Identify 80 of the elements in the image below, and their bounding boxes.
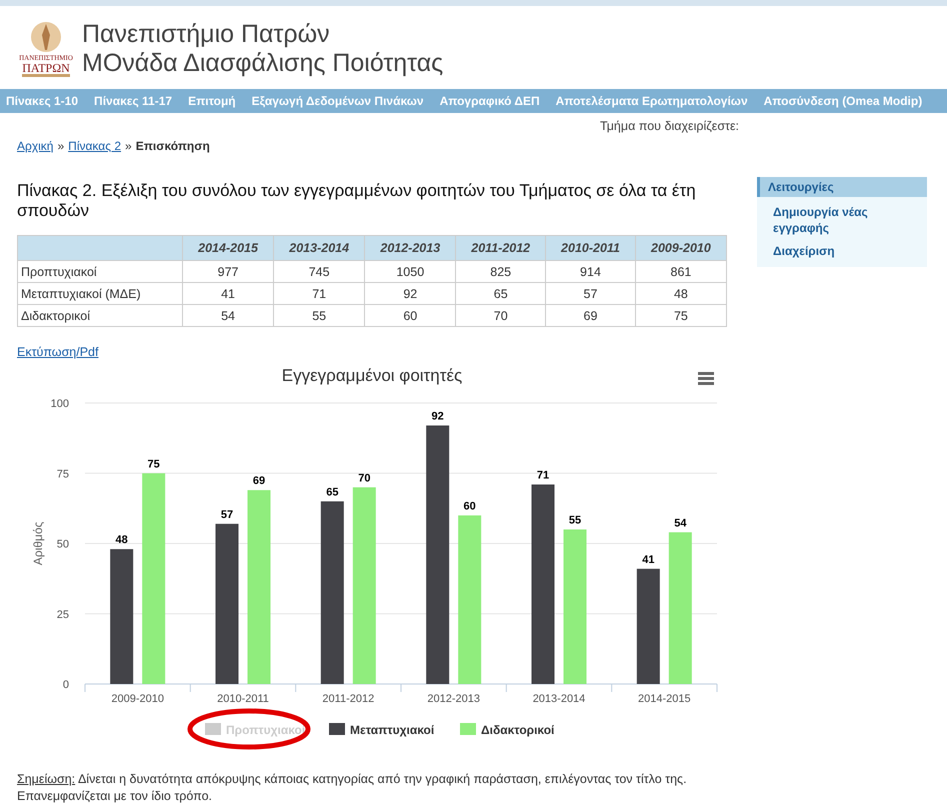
x-tick-label: 2012-2013 <box>427 693 480 705</box>
data-label: 65 <box>326 486 338 498</box>
sidebar-title: Λειτουργίες <box>757 177 927 197</box>
data-label: 41 <box>642 554 654 566</box>
sidebar-link[interactable]: Διαχείριση <box>757 236 927 259</box>
table-cell: 914 <box>546 260 636 282</box>
breadcrumb-current: Επισκόπηση <box>136 139 210 153</box>
y-tick-label: 50 <box>56 538 69 550</box>
site-title: ΜΟνάδα Διασφάλισης Ποιότητας <box>82 48 444 78</box>
nav-link[interactable]: Απογραφικό ΔΕΠ <box>440 94 548 108</box>
y-tick-label: 100 <box>50 398 69 410</box>
table-cell: 92 <box>364 282 456 304</box>
table-cell: 48 <box>635 282 726 304</box>
legend-label: Μεταπτυχιακοί <box>350 723 434 737</box>
column-header: 2009-2010 <box>635 236 726 260</box>
nav-link[interactable]: Αποτελέσματα Ερωτηματολογίων <box>556 94 756 108</box>
breadcrumb-link[interactable]: Πίνακας 2 <box>68 139 122 153</box>
x-tick-label: 2009-2010 <box>111 693 164 705</box>
data-label: 54 <box>674 517 686 530</box>
table-cell: 977 <box>182 260 274 282</box>
chart-title: Εγγεγραμμένοι φοιτητές <box>282 366 462 385</box>
data-label: 57 <box>220 508 234 521</box>
nav-link[interactable]: Πίνακες 1-10 <box>6 94 86 108</box>
column-header: 2012-2013 <box>364 236 456 260</box>
column-header: 2013-2014 <box>274 236 365 260</box>
data-label: 69 <box>252 475 266 488</box>
row-label: Προπτυχιακοί <box>18 260 182 282</box>
print-link[interactable]: Εκτύπωση/Pdf <box>17 345 98 359</box>
nav-link[interactable]: Πίνακες 11-17 <box>94 94 180 108</box>
y-axis-label: Αριθμός <box>31 522 45 566</box>
column-header: 2011-2012 <box>456 236 546 260</box>
column-header: 2014-2015 <box>182 236 274 260</box>
data-label: 75 <box>148 458 160 470</box>
note-text: Σημείωση: Δίνεται η δυνατότητα απόκρυψης κάποιας κατηγορίας από την γραφική παράσταση, επιλέγοντας τον τίτλο της. Επανεμφανίζεται με τον ίδιο τρόπο. <box>17 771 688 805</box>
menu-icon[interactable] <box>698 372 714 385</box>
table-cell: 41 <box>182 282 274 304</box>
table-cell: 75 <box>635 304 726 326</box>
nav-link[interactable]: Αποσύνδεση (Omea Modip) <box>764 94 930 108</box>
nav-link[interactable]: Εξαγωγή Δεδομένων Πινάκων <box>252 94 432 108</box>
breadcrumb-separator: » <box>125 139 132 153</box>
legend-label: Διδακτορικοί <box>481 723 554 737</box>
data-label: 55 <box>568 514 582 526</box>
logo-text: ΠΑΤΡΩΝ <box>22 62 70 77</box>
data-label: 48 <box>116 534 128 546</box>
table-cell: 60 <box>364 304 456 326</box>
table-cell: 861 <box>635 260 726 282</box>
legend-item[interactable]: Μεταπτυχιακοί <box>329 723 434 737</box>
figure-emblem-icon <box>31 20 61 54</box>
table-cell: 70 <box>456 304 546 326</box>
row-label: Διδακτορικοί <box>18 304 182 326</box>
legend-item[interactable]: Διδακτορικοί <box>460 723 554 737</box>
y-tick-label: 75 <box>56 468 69 480</box>
x-tick-label: 2011-2012 <box>322 693 374 705</box>
x-tick-label: 2013-2014 <box>532 693 586 705</box>
table-cell: 69 <box>546 304 636 326</box>
y-tick-label: 0 <box>62 679 69 691</box>
sidebar-link[interactable]: Δημιουργία νέας εγγραφής <box>757 197 927 236</box>
breadcrumb-link[interactable]: Αρχική <box>17 139 54 153</box>
data-label: 92 <box>432 410 444 422</box>
department-label: Τμήμα που διαχειρίζεστε: <box>599 118 740 133</box>
x-tick-label: 2010-2011 <box>217 693 269 705</box>
site-title: Πανεπιστήμιο Πατρών <box>82 20 331 48</box>
data-label: 70 <box>358 472 370 484</box>
table-cell: 71 <box>274 282 365 304</box>
breadcrumb-separator: » <box>57 139 64 153</box>
x-tick-label: 2014-2015 <box>638 693 691 705</box>
row-label: Μεταπτυχιακοί (ΜΔΕ) <box>18 282 182 304</box>
data-label: 60 <box>464 500 476 512</box>
nav-link[interactable]: Επιτομή <box>188 94 244 108</box>
table-cell: 1050 <box>364 260 456 282</box>
table-cell: 65 <box>456 282 546 304</box>
table-cell: 55 <box>274 304 365 326</box>
data-label: 71 <box>536 470 550 482</box>
table-cell: 57 <box>546 282 636 304</box>
y-tick-label: 25 <box>56 608 69 621</box>
table-cell: 745 <box>274 260 365 282</box>
page-heading: Πίνακας 2. Εξέλιξη του συνόλου των εγγεγραμμένων φοιτητών του Τμήματος σε όλα τα έτη σπουδών <box>17 181 697 221</box>
column-header: 2010-2011 <box>546 236 636 260</box>
table-cell: 54 <box>182 304 274 326</box>
table-cell: 825 <box>456 260 546 282</box>
